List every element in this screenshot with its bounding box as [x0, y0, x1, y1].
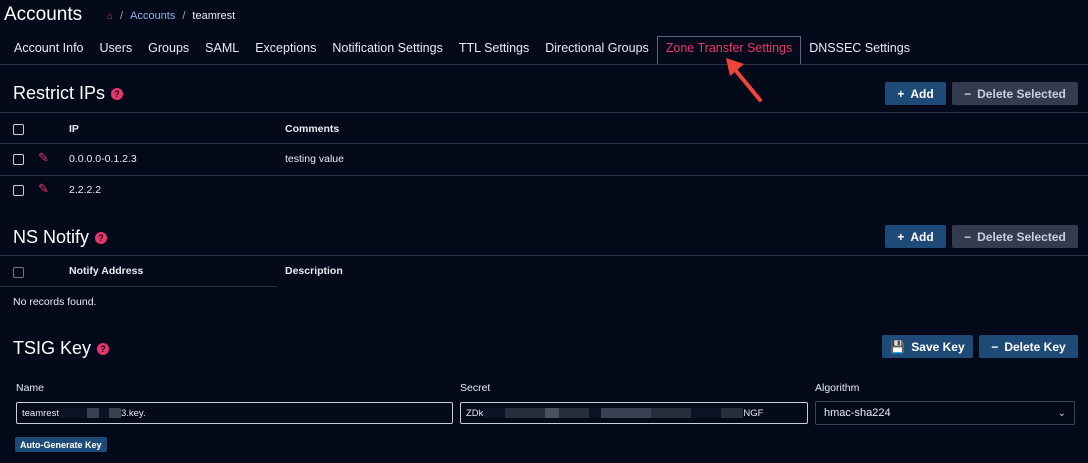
redacted-region: [505, 408, 546, 418]
restrict-ips-delete-selected-button[interactable]: − Delete Selected: [952, 82, 1078, 105]
ip-cell: 0.0.0.0-0.1.2.3: [69, 153, 137, 165]
minus-icon: −: [964, 229, 972, 244]
ns-notify-add-button[interactable]: + Add: [885, 225, 946, 248]
select-all-checkbox[interactable]: [13, 267, 24, 278]
secret-input[interactable]: ZDk NGF: [460, 402, 808, 424]
redacted-region: [483, 408, 506, 418]
ip-cell: 2.2.2.2: [69, 184, 102, 196]
tsig-key-title-text: TSIG Key: [13, 338, 92, 358]
tab-groups[interactable]: Groups: [140, 36, 197, 65]
name-value-suffix: 3.key.: [120, 407, 146, 419]
help-icon[interactable]: ?: [97, 342, 110, 355]
tab-users[interactable]: Users: [92, 36, 141, 65]
breadcrumb-separator: /: [120, 10, 124, 22]
restrict-ips-title: Restrict IPs ?: [13, 83, 124, 104]
delete-selected-label: Delete Selected: [977, 229, 1066, 244]
plus-icon: +: [897, 229, 905, 244]
divider: [0, 143, 1088, 144]
tab-notification-settings[interactable]: Notification Settings: [324, 36, 450, 65]
add-button-label: Add: [910, 86, 934, 101]
add-button-label: Add: [910, 229, 934, 244]
row-checkbox[interactable]: [13, 185, 24, 196]
tab-dnssec-settings[interactable]: DNSSEC Settings: [801, 36, 918, 65]
redacted-region: [108, 408, 121, 418]
redacted-region: [58, 408, 87, 418]
restrict-ips-title-text: Restrict IPs: [13, 83, 106, 103]
name-input[interactable]: teamrest 3.key.: [16, 402, 453, 424]
column-header-ip[interactable]: IP: [69, 123, 79, 135]
redacted-region: [721, 408, 744, 418]
column-header-comments[interactable]: Comments: [285, 123, 339, 135]
breadcrumb-separator: /: [182, 10, 186, 22]
column-header-description[interactable]: Description: [285, 265, 343, 277]
redacted-region: [545, 408, 560, 418]
restrict-ips-add-button[interactable]: + Add: [885, 82, 946, 105]
tab-saml[interactable]: SAML: [197, 36, 247, 65]
delete-key-label: Delete Key: [1004, 339, 1066, 354]
column-header-notify-address[interactable]: Notify Address: [69, 265, 143, 277]
delete-selected-label: Delete Selected: [977, 86, 1066, 101]
chevron-down-icon: ⌄: [1057, 407, 1066, 419]
page-title: Accounts: [4, 4, 83, 25]
algorithm-select[interactable]: hmac-sha224 ⌄: [815, 401, 1075, 425]
redacted-region: [589, 408, 602, 418]
tab-exceptions[interactable]: Exceptions: [247, 36, 324, 65]
redacted-region: [601, 408, 652, 418]
name-value-prefix: teamrest: [22, 407, 59, 419]
auto-generate-key-button[interactable]: Auto-Generate Key: [15, 437, 107, 452]
breadcrumb-accounts-link[interactable]: Accounts: [130, 10, 175, 22]
redacted-region: [651, 408, 692, 418]
edit-pencil-icon[interactable]: ✎: [38, 150, 49, 166]
breadcrumb-current: teamrest: [192, 10, 236, 22]
save-key-button[interactable]: 💾 Save Key: [882, 335, 973, 358]
save-key-label: Save Key: [911, 339, 965, 354]
delete-key-button[interactable]: − Delete Key: [979, 335, 1078, 358]
secret-label: Secret: [460, 382, 491, 394]
tab-bar: Account Info Users Groups SAML Exception…: [6, 36, 918, 65]
plus-icon: +: [897, 86, 905, 101]
row-checkbox[interactable]: [13, 154, 24, 165]
empty-state-text: No records found.: [13, 296, 97, 308]
annotation-arrow-icon: [726, 58, 762, 102]
divider: [0, 286, 277, 287]
algorithm-label: Algorithm: [815, 382, 860, 394]
divider: [0, 112, 1088, 113]
tabs-divider: [0, 64, 1088, 65]
tab-ttl-settings[interactable]: TTL Settings: [451, 36, 537, 65]
secret-value-prefix: ZDk: [466, 407, 484, 419]
edit-pencil-icon[interactable]: ✎: [38, 181, 49, 197]
save-disk-icon: 💾: [890, 339, 906, 354]
divider: [0, 255, 1088, 256]
redacted-region: [559, 408, 590, 418]
tab-account-info[interactable]: Account Info: [6, 36, 92, 65]
algorithm-value: hmac-sha224: [824, 407, 891, 419]
help-icon[interactable]: ?: [111, 87, 124, 100]
tsig-key-title: TSIG Key ?: [13, 338, 110, 359]
redacted-region: [691, 408, 722, 418]
ns-notify-delete-selected-button[interactable]: − Delete Selected: [952, 225, 1078, 248]
tab-directional-groups[interactable]: Directional Groups: [537, 36, 657, 65]
comment-cell: testing value: [285, 153, 344, 165]
divider: [0, 175, 1088, 176]
ns-notify-title-text: NS Notify: [13, 227, 90, 247]
ns-notify-title: NS Notify ?: [13, 227, 108, 248]
home-icon[interactable]: ⌂: [107, 11, 113, 22]
redacted-region: [86, 408, 99, 418]
secret-value-suffix: NGF: [743, 407, 764, 419]
select-all-checkbox[interactable]: [13, 124, 24, 135]
minus-icon: −: [964, 86, 972, 101]
minus-icon: −: [991, 339, 999, 354]
breadcrumb: ⌂ / Accounts / teamrest: [107, 10, 235, 22]
redacted-region: [98, 408, 109, 418]
name-label: Name: [16, 382, 45, 394]
help-icon[interactable]: ?: [95, 231, 108, 244]
